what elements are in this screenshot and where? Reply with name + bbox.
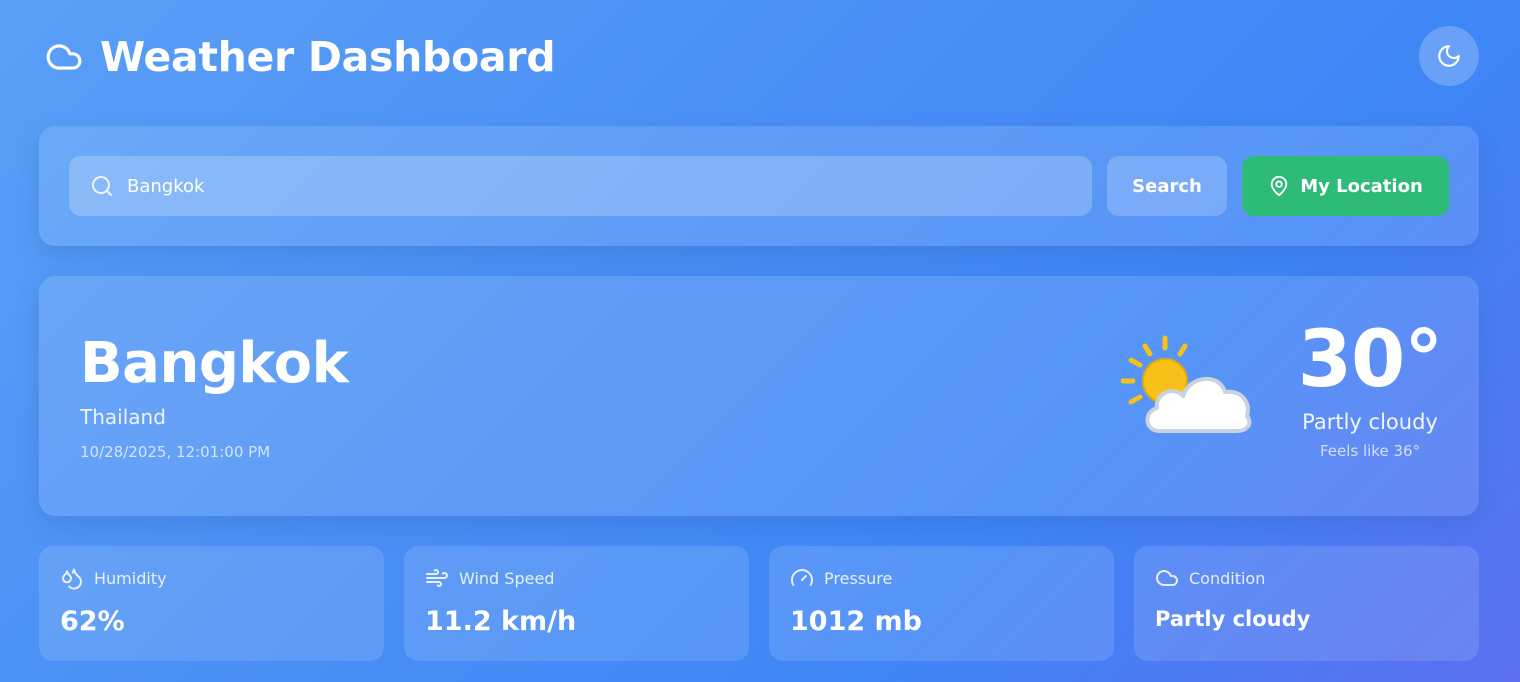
- country-name: Thailand: [80, 405, 166, 429]
- local-time: 10/28/2025, 12:01:00 PM: [80, 443, 271, 461]
- feels-like: Feels like 36°: [1319, 441, 1421, 460]
- stat-value: 11.2 km/h: [425, 606, 577, 637]
- search-icon: [92, 176, 112, 196]
- temperature: 30°: [1297, 315, 1444, 405]
- partly-cloudy-icon: [1120, 335, 1252, 433]
- gauge-icon: [791, 569, 813, 586]
- cloud-icon: [46, 44, 82, 70]
- stat-value: 62%: [60, 606, 125, 637]
- stat-card-pressure: Pressure 1012 mb: [769, 546, 1114, 661]
- header: Weather Dashboard: [40, 26, 1479, 90]
- stat-label: Pressure: [824, 568, 893, 588]
- cloud-icon: [1156, 570, 1178, 586]
- stat-value: 1012 mb: [790, 606, 923, 637]
- search-panel: Search My Location: [39, 126, 1479, 246]
- stat-card-humidity: Humidity 62%: [39, 546, 384, 661]
- condition-text: Partly cloudy: [1302, 409, 1438, 434]
- stat-card-condition: Condition Partly cloudy: [1134, 546, 1479, 661]
- city-name: Bangkok: [80, 331, 349, 396]
- search-input[interactable]: [127, 156, 1077, 216]
- stat-value: Partly cloudy: [1155, 607, 1311, 631]
- theme-toggle-button[interactable]: [1419, 26, 1479, 86]
- moon-icon: [1438, 45, 1460, 67]
- page-title: Weather Dashboard: [100, 33, 556, 81]
- stat-card-wind-speed: Wind Speed 11.2 km/h: [404, 546, 749, 661]
- temperature-block: 30° Partly cloudy Feels like 36°: [1289, 315, 1451, 460]
- current-weather-card: Bangkok Thailand 10/28/2025, 12:01:00 PM…: [39, 276, 1479, 516]
- search-button[interactable]: Search: [1107, 156, 1227, 216]
- map-pin-icon: [1270, 175, 1288, 197]
- stat-label: Humidity: [94, 568, 167, 588]
- my-location-label: My Location: [1300, 175, 1423, 197]
- search-field[interactable]: [69, 156, 1092, 216]
- stat-label: Wind Speed: [459, 568, 555, 588]
- droplets-icon: [62, 568, 83, 590]
- my-location-button[interactable]: My Location: [1242, 156, 1449, 216]
- stat-label: Condition: [1189, 568, 1266, 588]
- wind-icon: [426, 569, 448, 587]
